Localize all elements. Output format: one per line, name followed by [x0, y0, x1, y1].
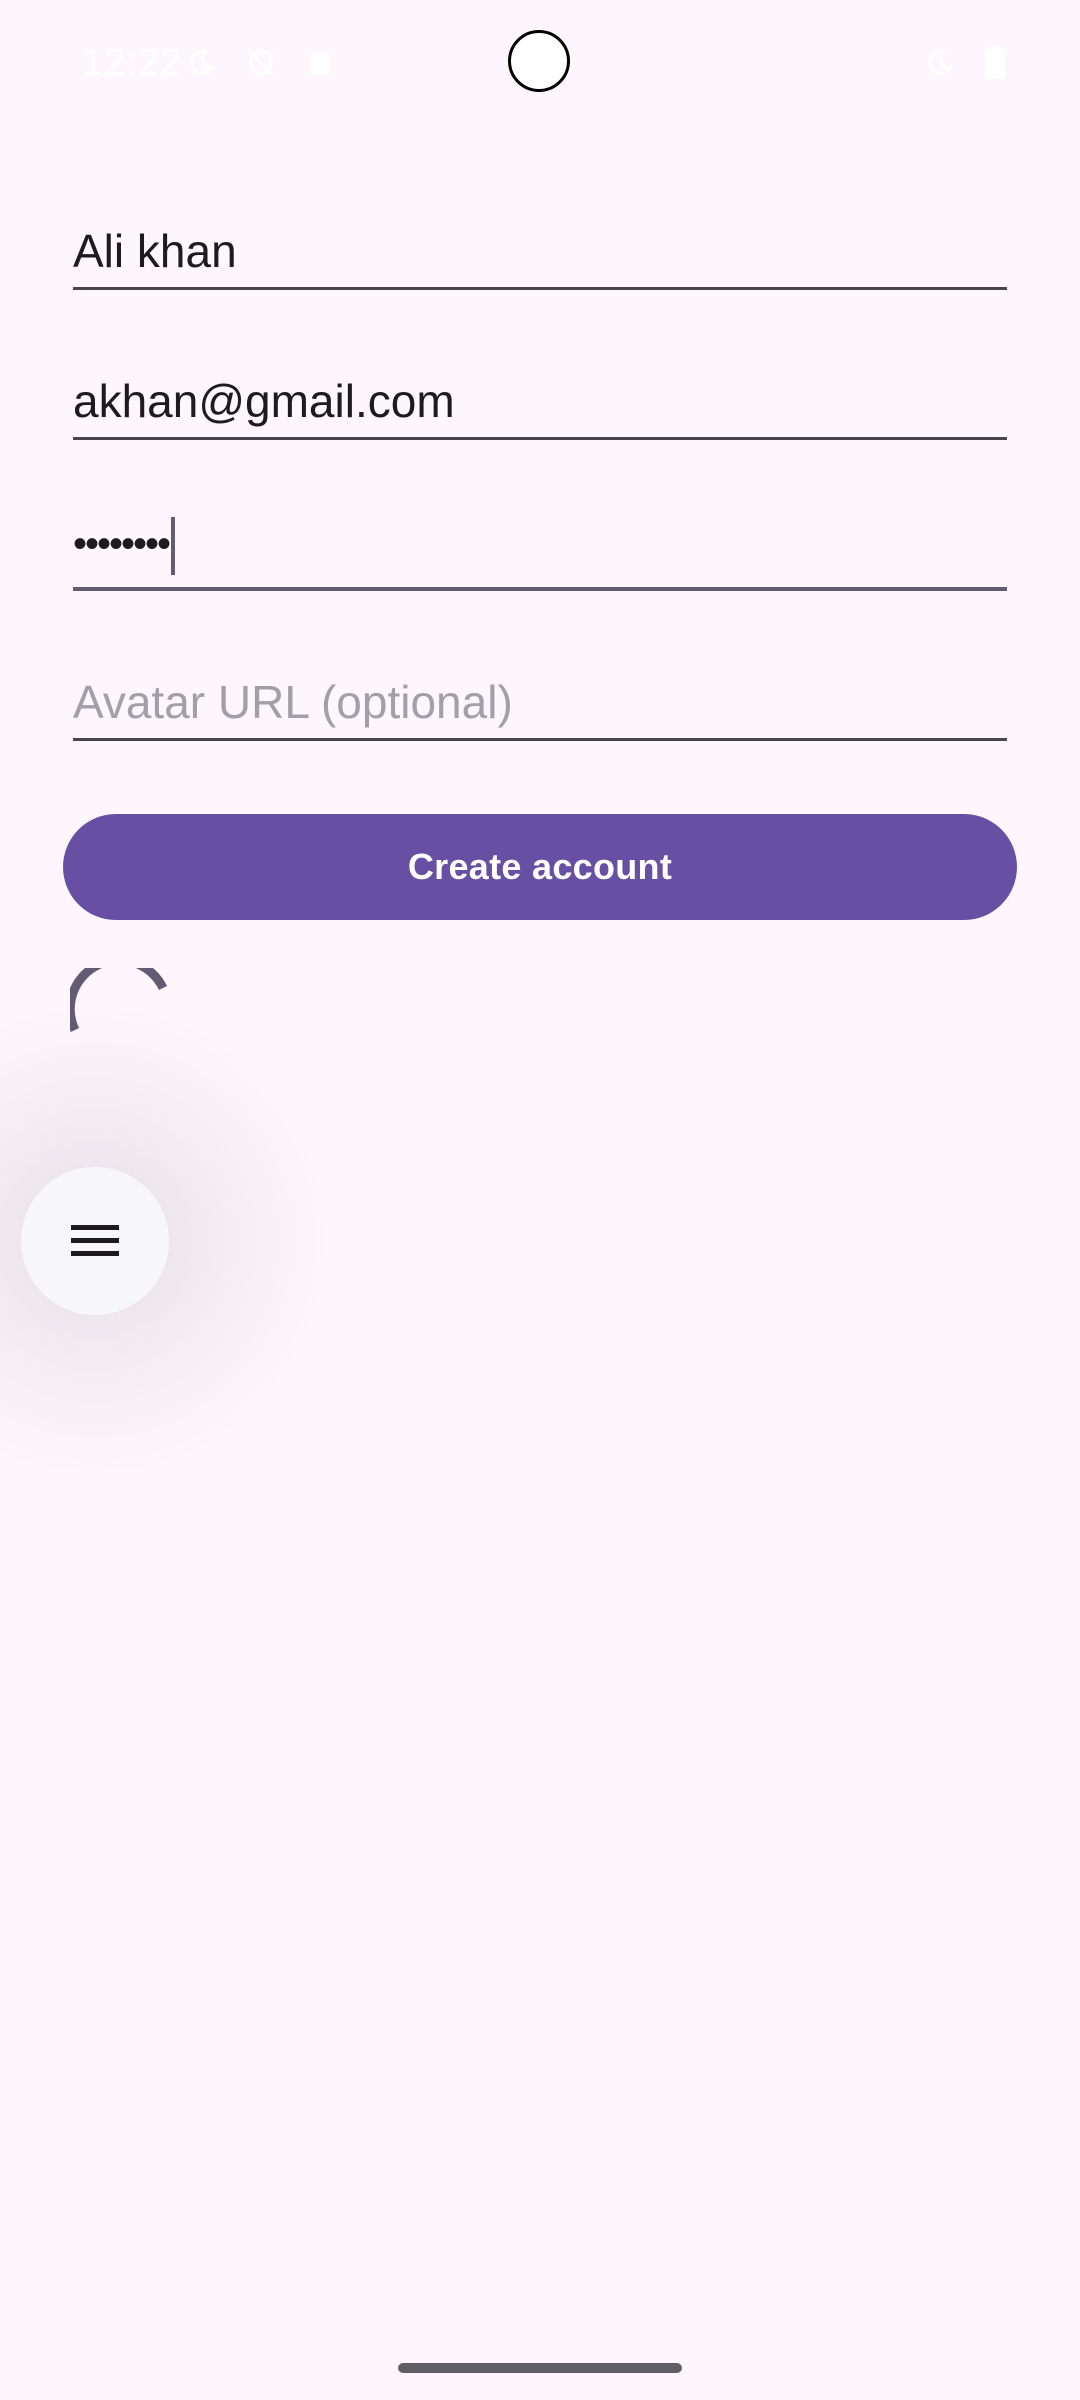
screen: 12:22 Ali khan akhan@gmail.com •••••••• … — [0, 0, 1080, 2400]
moon-icon — [928, 49, 953, 75]
gesture-nav-bar[interactable] — [398, 2363, 682, 2373]
status-time: 12:22 — [82, 42, 183, 84]
password-field-underline — [73, 587, 1007, 591]
password-field-value: •••••••• — [73, 517, 176, 579]
create-account-button[interactable]: Create account — [63, 814, 1017, 920]
name-field[interactable]: Ali khan — [73, 180, 1007, 290]
email-field-underline — [73, 437, 1007, 440]
shield-off-icon — [248, 49, 274, 77]
menu-icon — [71, 1225, 119, 1256]
avatar-url-field-underline — [73, 738, 1007, 741]
password-field[interactable]: •••••••• — [73, 481, 1007, 591]
camera-cutout — [508, 30, 570, 92]
name-field-value: Ali khan — [73, 225, 237, 277]
text-caret — [171, 517, 176, 575]
status-bar: 12:22 — [0, 0, 1080, 130]
avatar-url-placeholder: Avatar URL (optional) — [73, 676, 513, 728]
email-field-value: akhan@gmail.com — [73, 375, 455, 427]
battery-icon — [985, 46, 1005, 79]
password-dots: •••••••• — [73, 521, 171, 566]
avatar-url-field[interactable]: Avatar URL (optional) — [73, 631, 1007, 741]
name-field-underline — [73, 287, 1007, 290]
email-field[interactable]: akhan@gmail.com — [73, 330, 1007, 440]
sim-card-icon — [310, 51, 330, 75]
menu-fab-button[interactable] — [21, 1167, 169, 1315]
moon-icon — [190, 49, 215, 75]
